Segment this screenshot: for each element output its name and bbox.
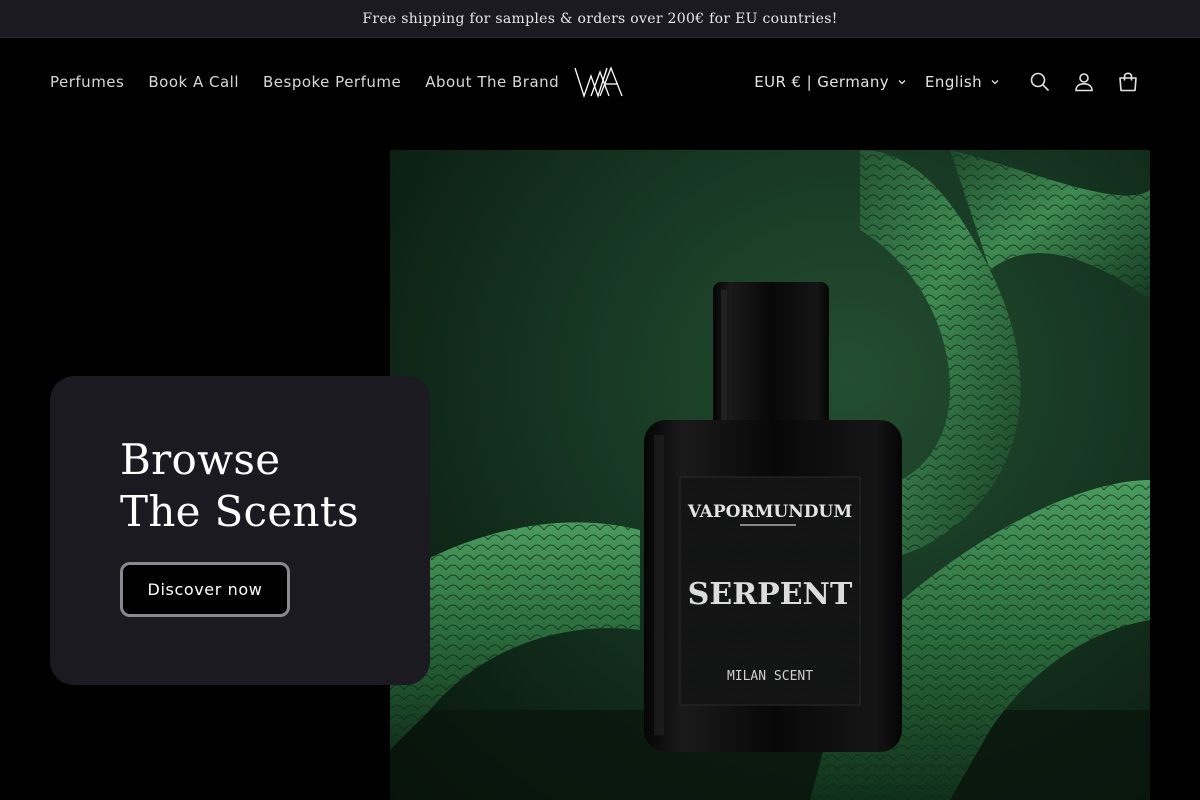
- nav-item-about-the-brand[interactable]: About The Brand: [425, 73, 559, 91]
- chevron-down-icon: [898, 80, 906, 85]
- bottle-brand-text: VAPORMUNDUM: [687, 502, 853, 522]
- language-selector-label: English: [925, 73, 982, 91]
- country-selector-label: EUR € | Germany: [754, 73, 890, 91]
- search-icon: [1030, 72, 1050, 92]
- country-selector[interactable]: EUR € | Germany: [754, 73, 907, 91]
- language-selector[interactable]: English: [925, 73, 1000, 91]
- announcement-text: Free shipping for samples & orders over …: [362, 10, 838, 27]
- hero-section: VAPORMUNDUM SERPENT MILAN SCENT Browse T…: [0, 125, 1200, 800]
- hero-image: VAPORMUNDUM SERPENT MILAN SCENT: [390, 150, 1150, 800]
- nav-item-perfumes[interactable]: Perfumes: [50, 73, 124, 91]
- account-icon: [1075, 73, 1093, 92]
- bottle-subtitle-text: MILAN SCENT: [727, 669, 813, 684]
- hero-title: Browse The Scents: [120, 435, 359, 536]
- site-header: Perfumes Book A Call Bespoke Perfume Abo…: [0, 39, 1200, 125]
- hero-product-illustration: VAPORMUNDUM SERPENT MILAN SCENT: [390, 150, 1150, 800]
- announcement-bar: Free shipping for samples & orders over …: [0, 0, 1200, 38]
- hero-card: Browse The Scents Discover now: [50, 376, 430, 685]
- bottle-name-text: SERPENT: [688, 577, 853, 612]
- header-utilities: EUR € | Germany English: [754, 39, 1150, 125]
- nav-item-bespoke-perfume[interactable]: Bespoke Perfume: [263, 73, 401, 91]
- discover-now-button[interactable]: Discover now: [120, 562, 290, 617]
- search-button[interactable]: [1018, 60, 1062, 104]
- chevron-down-icon: [991, 80, 999, 85]
- brand-logo-icon: [574, 66, 623, 99]
- cart-button[interactable]: [1106, 60, 1150, 104]
- account-button[interactable]: [1062, 60, 1106, 104]
- nav-item-book-a-call[interactable]: Book A Call: [148, 73, 239, 91]
- brand-logo[interactable]: [574, 66, 626, 99]
- cart-icon: [1119, 72, 1137, 92]
- main-nav: Perfumes Book A Call Bespoke Perfume Abo…: [50, 39, 583, 125]
